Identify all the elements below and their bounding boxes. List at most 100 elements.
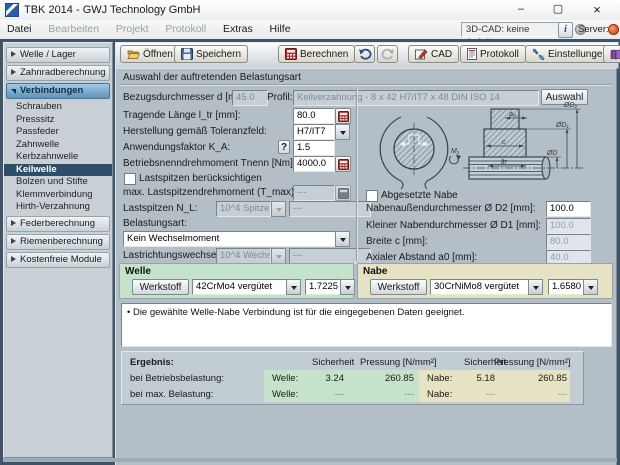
belastungsart-dropdown-button[interactable] (335, 231, 350, 247)
sidebar-item-klemmverbindung[interactable]: Klemmverbindung (4, 189, 112, 202)
welle-material-number-select[interactable]: 1.7225 (305, 279, 341, 295)
save-button-label: Speichern (196, 49, 241, 60)
sidebar-item-kerbzahnwelle[interactable]: Kerbzahnwelle (4, 151, 112, 164)
abgesetzte-nabe-label: Abgesetzte Nabe (381, 190, 458, 201)
sidebar-item-keilwelle[interactable]: Keilwelle (4, 164, 112, 177)
window-title: TBK 2014 - GWJ Technology GmbH (24, 4, 200, 16)
welle-section-title: Welle (125, 266, 151, 277)
laenge-calculator-button[interactable] (335, 108, 351, 124)
title-bar: TBK 2014 - GWJ Technology GmbH – ▢ × (0, 0, 620, 21)
sidebar-category-label: Zahnradberechnung (20, 67, 106, 78)
d2-label: Nabenaußendurchmesser Ø D2 [mm]: (366, 203, 536, 214)
settings-button[interactable]: Einstellungen (525, 45, 615, 63)
sidebar-category-riemenberechnung[interactable]: Riemenberechnung (6, 234, 110, 250)
lastrichtungswechsel-label: Lastrichtungswechsel: (123, 250, 221, 261)
sidebar-item-bolzen-und-stifte[interactable]: Bolzen und Stifte (4, 176, 112, 189)
d1-label: Kleiner Nabendurchmesser Ø D1 [mm]: (366, 220, 541, 231)
axialer-abstand-label: Axialer Abstand a0 [mm]: (366, 252, 477, 263)
help-button[interactable]: Hilfe (603, 45, 620, 63)
menu-datei[interactable]: Datei (0, 20, 39, 35)
menu-hilfe[interactable]: Hilfe (263, 20, 298, 35)
calculate-button[interactable]: Berechnen (278, 45, 355, 63)
tmax-label: max. Lastspitzendrehmoment (T_max) [Nm]: (123, 187, 321, 198)
lastspitzen-checkbox[interactable] (124, 173, 136, 185)
results-welle-pressung: --- (362, 389, 414, 400)
toleranzfeld-dropdown-button[interactable] (335, 124, 350, 140)
diagram-d2-label: ØD₂ (563, 102, 578, 109)
info-button[interactable]: i (558, 22, 573, 38)
tragende-laenge-label: Tragende Länge l_tr [mm]: (123, 110, 240, 121)
redo-button (377, 45, 398, 63)
chevron-right-icon (11, 69, 16, 75)
betriebsnenndrehmoment-field[interactable]: 4000.0 (293, 156, 335, 172)
form-divider (356, 87, 358, 261)
sidebar-item-hirth-verzahnung[interactable]: Hirth-Verzahnung (4, 201, 112, 214)
breite-c-field: 80.0 (546, 234, 591, 250)
tnenn-calculator-button[interactable] (335, 156, 351, 172)
sidebar-category-zahnradberechnung[interactable]: Zahnradberechnung (6, 65, 110, 81)
diagram-a0-label: a₀ (509, 111, 516, 118)
window-bottom-edge (3, 458, 617, 462)
sidebar-category-label: Kostenfreie Module (20, 254, 102, 265)
wechsel-dropdown-button (271, 248, 286, 264)
sidebar-item-passfeder[interactable]: Passfeder (4, 126, 112, 139)
cad-button[interactable]: CAD (408, 45, 459, 63)
undo-icon (358, 48, 372, 60)
section-divider (120, 84, 612, 86)
undo-button[interactable] (354, 45, 375, 63)
results-nabe-label: Nabe: (427, 389, 452, 400)
close-button[interactable]: × (580, 0, 614, 20)
nabe-material-select[interactable]: 30CrNiMo8 vergütet (430, 279, 530, 295)
nabe-material-number-select[interactable]: 1.6580 (548, 279, 584, 295)
minimize-button[interactable]: – (504, 0, 538, 20)
section-title: Auswahl der auftretenden Belastungsart (123, 72, 301, 83)
sidebar-category-kostenfreie-module[interactable]: Kostenfreie Module (6, 252, 110, 268)
nabe-werkstoff-button[interactable]: Werkstoff (370, 279, 427, 295)
d2-field[interactable]: 100.0 (546, 201, 591, 217)
sidebar-category-welle-lager[interactable]: Welle / Lager (6, 47, 110, 63)
results-row-label: bei Betriebsbelastung: (130, 373, 224, 384)
d1-field: 100.0 (546, 218, 591, 234)
welle-material-select[interactable]: 42CrMo4 vergütet (192, 279, 288, 295)
breite-c-label: Breite c [mm]: (366, 236, 428, 247)
sidebar-category-label: Federberechnung (20, 218, 95, 229)
sidebar-category-federberechnung[interactable]: Federberechnung (6, 216, 110, 232)
calculate-button-label: Berechnen (300, 49, 348, 60)
folder-open-icon (127, 49, 140, 60)
welle-number-dropdown-button[interactable] (340, 279, 355, 295)
application-window: TBK 2014 - GWJ Technology GmbH – ▢ × Dat… (0, 0, 620, 465)
nabe-material-section: Nabe Werkstoff 30CrNiMo8 vergütet 1.6580 (357, 263, 613, 299)
menu-bearbeiten: Bearbeiten (41, 20, 106, 35)
server-status-indicator (608, 24, 619, 35)
open-button-label: Öffnen (143, 49, 173, 60)
chevron-right-icon (11, 220, 16, 226)
protocol-button[interactable]: Protokoll (460, 45, 526, 63)
tragende-laenge-field[interactable]: 80.0 (293, 108, 335, 124)
anwendungsfaktor-field[interactable]: 1.5 (293, 140, 335, 156)
open-button[interactable]: Öffnen (120, 45, 180, 63)
menu-extras[interactable]: Extras (216, 20, 260, 35)
abgesetzte-nabe-checkbox[interactable] (366, 190, 378, 202)
welle-material-dropdown-button[interactable] (286, 279, 301, 295)
results-nabe-pressung: 260.85 (515, 373, 567, 384)
nabe-material-dropdown-button[interactable] (528, 279, 543, 295)
sidebar-item-presssitz[interactable]: Presssitz (4, 114, 112, 127)
lastspitzen-nl-unit: 10^4 Spitzen (216, 201, 271, 217)
results-nabe-label: Nabe: (427, 373, 452, 384)
welle-werkstoff-button[interactable]: Werkstoff (132, 279, 189, 295)
diagram-ltr-label: ltr (501, 159, 508, 166)
sidebar-category-verbindungen[interactable]: Verbindungen (6, 83, 110, 99)
maximize-button[interactable]: ▢ (541, 0, 575, 20)
ka-help-button[interactable]: ? (278, 140, 290, 154)
belastungsart-select-value[interactable]: Kein Wechselmoment (123, 231, 343, 247)
chevron-right-icon (11, 238, 16, 244)
cad-button-label: CAD (431, 49, 452, 60)
nabe-number-dropdown-button[interactable] (583, 279, 598, 295)
results-nabe-sicherheit: --- (453, 389, 495, 400)
toleranzfeld-select-value[interactable]: H7/IT7 (293, 124, 335, 140)
sidebar-category-label: Riemenberechnung (20, 236, 103, 247)
sidebar-item-schrauben[interactable]: Schrauben (4, 101, 112, 114)
calculator-icon (338, 159, 349, 170)
save-button[interactable]: Speichern (174, 45, 248, 63)
sidebar-item-zahnwelle[interactable]: Zahnwelle (4, 139, 112, 152)
